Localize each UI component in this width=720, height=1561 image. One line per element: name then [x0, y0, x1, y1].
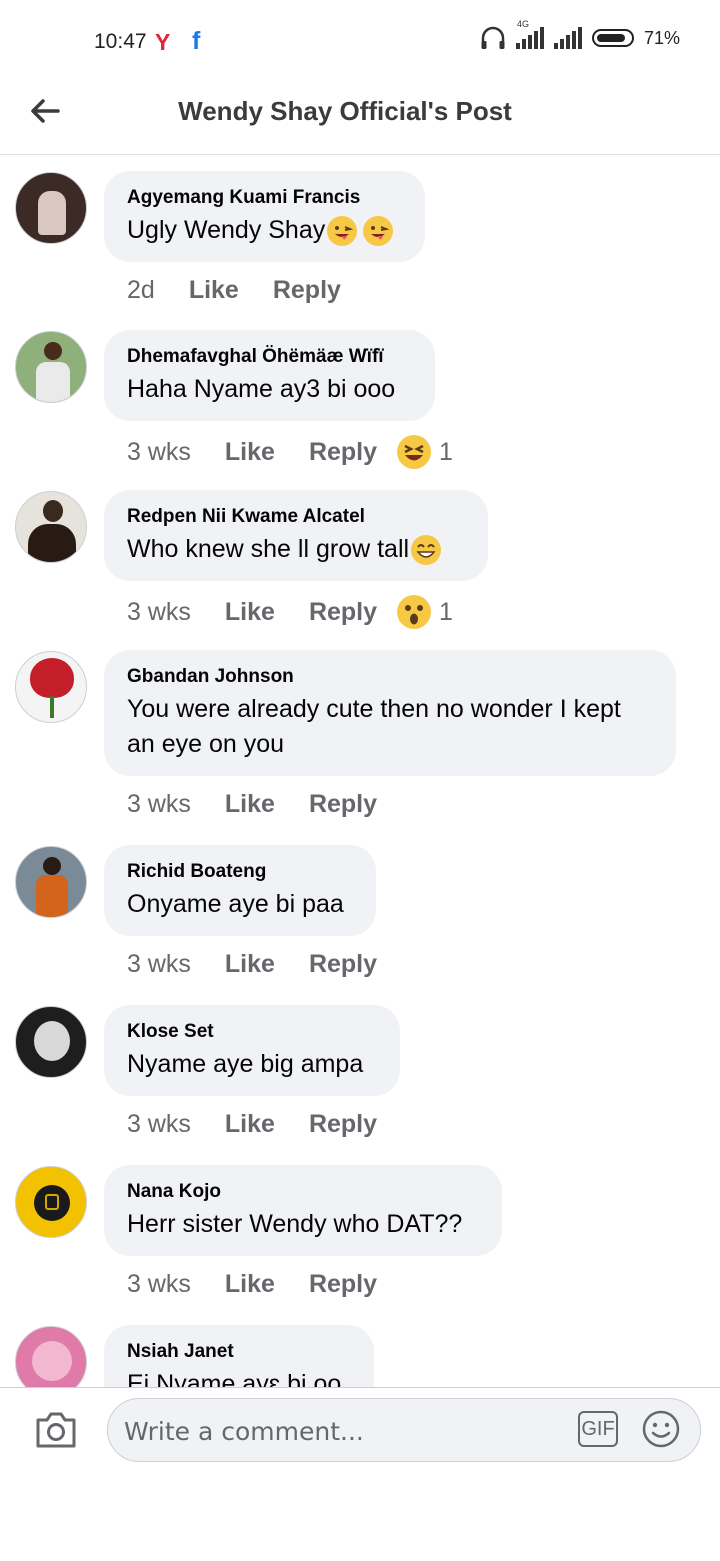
gif-button[interactable]: GIF — [578, 1411, 618, 1447]
reply-button[interactable]: Reply — [273, 276, 341, 305]
comment-text: Haha Nyame ay3 bi ooo — [127, 375, 396, 403]
winking-tongue-emoji-icon — [327, 216, 358, 247]
comment-timestamp: 3 wks — [127, 790, 191, 818]
comment-author[interactable]: Gbandan Johnson — [127, 666, 652, 688]
comment-bubble[interactable]: Redpen Nii Kwame Alcatel Who knew she ll… — [104, 490, 488, 581]
comment-timestamp: 3 wks — [127, 597, 191, 626]
comment-actions: 3 wks Like Reply — [127, 1270, 411, 1299]
comment-author[interactable]: Klose Set — [127, 1021, 376, 1043]
comment-bubble[interactable]: Agyemang Kuami Francis Ugly Wendy Shay — [104, 171, 425, 262]
comment-bubble[interactable]: Klose Set Nyame aye big ampa — [104, 1005, 400, 1096]
network-type-label: 4G — [516, 19, 529, 29]
status-bar: 10:47 Y f 4G 71% — [0, 0, 720, 80]
comment-bubble[interactable]: Nana Kojo Herr sister Wendy who DAT?? — [104, 1165, 502, 1256]
comment-text-content: Ugly Wendy Shay — [127, 216, 326, 244]
comment-timestamp: 3 wks — [127, 950, 191, 978]
notification-app-icon: Y — [155, 29, 171, 55]
comment-actions: 2d Like Reply — [127, 276, 375, 305]
haha-emoji-icon — [397, 435, 432, 469]
battery-icon — [591, 29, 634, 47]
comment-timestamp: 3 wks — [127, 1270, 191, 1298]
facebook-notification-icon: f — [192, 27, 201, 55]
like-button[interactable]: Like — [225, 790, 275, 819]
comment-actions: 3 wks Like Reply 1 — [127, 595, 453, 629]
comment-input[interactable] — [122, 1399, 566, 1463]
comment-text: Who knew she ll grow tall — [127, 532, 464, 567]
avatar[interactable] — [15, 172, 87, 244]
signal-strength-icon-2 — [553, 27, 582, 49]
comment-actions: 3 wks Like Reply — [127, 950, 411, 979]
reply-button[interactable]: Reply — [309, 790, 377, 819]
reply-button[interactable]: Reply — [309, 438, 377, 467]
avatar[interactable] — [15, 651, 87, 723]
comment-author[interactable]: Nsiah Janet — [127, 1341, 350, 1363]
comment-input-box[interactable]: GIF — [107, 1398, 701, 1463]
comment-author[interactable]: Agyemang Kuami Francis — [127, 187, 401, 209]
comment-author[interactable]: Richid Boateng — [127, 861, 352, 883]
status-time: 10:47 — [94, 30, 147, 53]
comment-text: Nyame aye big ampa — [127, 1050, 364, 1078]
comment-actions: 3 wks Like Reply — [127, 1110, 411, 1139]
avatar[interactable] — [15, 1166, 87, 1238]
reaction-summary[interactable]: 1 — [397, 595, 453, 629]
reply-button[interactable]: Reply — [309, 1270, 377, 1299]
comment-text: Herr sister Wendy who DAT?? — [127, 1210, 463, 1238]
reaction-count: 1 — [439, 437, 453, 466]
avatar[interactable] — [15, 1326, 87, 1387]
comment-bubble[interactable]: Richid Boateng Onyame aye bi paa — [104, 845, 376, 936]
comment-text: Ei Nyame ayɛ bi oo — [127, 1370, 342, 1387]
like-button[interactable]: Like — [189, 276, 239, 305]
reply-button[interactable]: Reply — [309, 598, 377, 627]
comment-bubble[interactable]: Nsiah Janet Ei Nyame ayɛ bi oo — [104, 1325, 374, 1387]
comment-author[interactable]: Nana Kojo — [127, 1181, 478, 1203]
camera-icon[interactable] — [34, 1410, 78, 1450]
headphones-icon — [481, 26, 505, 49]
like-button[interactable]: Like — [225, 1270, 275, 1299]
post-header: Wendy Shay Official's Post — [0, 80, 720, 155]
avatar[interactable] — [15, 331, 87, 403]
grinning-emoji-icon — [411, 535, 442, 566]
comment-composer: GIF — [0, 1387, 720, 1561]
reply-button[interactable]: Reply — [309, 950, 377, 979]
comment-bubble[interactable]: Gbandan Johnson You were already cute th… — [104, 650, 676, 776]
comment-text-content: Who knew she ll grow tall — [127, 535, 410, 563]
comment-text: Onyame aye bi paa — [127, 890, 344, 918]
comment-timestamp: 3 wks — [127, 437, 191, 466]
comment-timestamp: 3 wks — [127, 1110, 191, 1138]
comment-author[interactable]: Redpen Nii Kwame Alcatel — [127, 506, 464, 528]
avatar[interactable] — [15, 1006, 87, 1078]
battery-percentage: 71% — [643, 27, 680, 48]
comment-timestamp: 2d — [127, 276, 155, 304]
avatar[interactable] — [15, 491, 87, 563]
reply-button[interactable]: Reply — [309, 1110, 377, 1139]
smiley-icon[interactable] — [641, 1409, 681, 1449]
wow-emoji-icon — [397, 595, 432, 629]
comment-actions: 3 wks Like Reply 1 — [127, 435, 453, 469]
like-button[interactable]: Like — [225, 598, 275, 627]
comment-author[interactable]: Dhemafavghal Öhëmäæ Wïfï — [127, 346, 411, 368]
comment-text: Ugly Wendy Shay — [127, 213, 401, 248]
like-button[interactable]: Like — [225, 438, 275, 467]
comment-bubble[interactable]: Dhemafavghal Öhëmäæ Wïfï Haha Nyame ay3 … — [104, 330, 435, 421]
like-button[interactable]: Like — [225, 1110, 275, 1139]
like-button[interactable]: Like — [225, 950, 275, 979]
reaction-count: 1 — [439, 597, 453, 626]
winking-tongue-emoji-icon — [363, 216, 394, 247]
comment-text: You were already cute then no wonder I k… — [127, 695, 621, 758]
page-title: Wendy Shay Official's Post — [178, 96, 512, 126]
avatar[interactable] — [15, 846, 87, 918]
status-indicators: 4G 71% — [480, 19, 680, 50]
reaction-summary[interactable]: 1 — [397, 435, 453, 469]
comment-actions: 3 wks Like Reply — [127, 790, 411, 819]
comments-list[interactable]: Agyemang Kuami Francis Ugly Wendy Shay 2… — [0, 155, 720, 1387]
signal-strength-icon — [515, 27, 544, 49]
